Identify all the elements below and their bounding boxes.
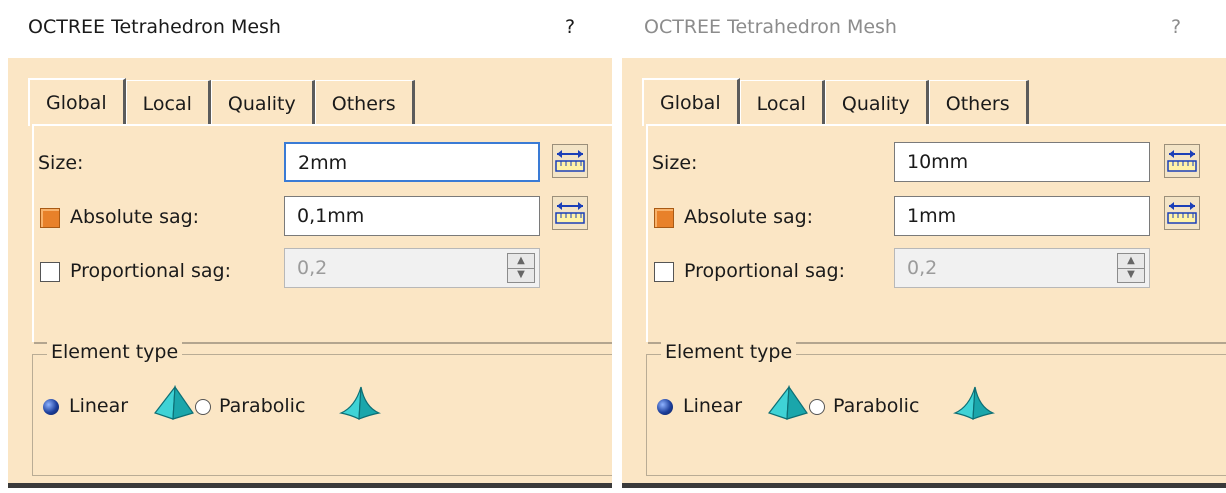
mesh-dialog-left: OCTREE Tetrahedron Mesh ? Global Local Q… bbox=[0, 0, 612, 493]
tab-local[interactable]: Local bbox=[739, 80, 825, 124]
spinner-up-icon[interactable]: ▲ bbox=[508, 254, 534, 269]
title-bar: OCTREE Tetrahedron Mesh ? bbox=[0, 0, 612, 58]
absolute-sag-checkbox[interactable] bbox=[654, 208, 674, 228]
tab-bar: Global Local Quality Others bbox=[642, 78, 1029, 126]
proportional-sag-value: 0,2 bbox=[297, 257, 328, 279]
dialog-title: OCTREE Tetrahedron Mesh bbox=[28, 16, 281, 38]
absolute-sag-ruler-button[interactable] bbox=[1164, 196, 1200, 230]
linear-label: Linear bbox=[69, 395, 129, 417]
help-button[interactable]: ? bbox=[1171, 16, 1181, 38]
mesh-dialog-right: OCTREE Tetrahedron Mesh ? Global Local Q… bbox=[616, 0, 1226, 493]
proportional-sag-input[interactable]: 0,2 ▲ ▼ bbox=[894, 248, 1150, 288]
element-type-label: Element type bbox=[661, 341, 797, 363]
element-type-label: Element type bbox=[47, 341, 183, 363]
absolute-sag-input[interactable]: 0,1mm bbox=[284, 196, 540, 236]
parabolic-radio[interactable] bbox=[809, 399, 825, 415]
spinner-down-icon[interactable]: ▼ bbox=[1118, 268, 1144, 282]
ruler-icon bbox=[555, 150, 585, 172]
spinner-icon[interactable]: ▲ ▼ bbox=[507, 253, 535, 283]
absolute-sag-ruler-button[interactable] bbox=[552, 196, 588, 230]
element-type-group: Element type Linear Parabolic bbox=[646, 341, 1226, 476]
size-input[interactable]: 2mm bbox=[284, 142, 540, 182]
size-ruler-button[interactable] bbox=[1164, 144, 1200, 178]
proportional-sag-value: 0,2 bbox=[907, 257, 938, 279]
ruler-icon bbox=[1167, 150, 1197, 172]
tab-global[interactable]: Global bbox=[28, 78, 126, 126]
absolute-sag-label: Absolute sag: bbox=[684, 206, 814, 228]
dialog-title: OCTREE Tetrahedron Mesh bbox=[644, 16, 897, 38]
linear-label: Linear bbox=[683, 395, 743, 417]
title-bar: OCTREE Tetrahedron Mesh ? bbox=[616, 0, 1226, 58]
global-panel: Size: 10mm Absolute sag: 1mm Proportiona… bbox=[646, 124, 1226, 344]
dialog-body: Global Local Quality Others Size: 10mm A… bbox=[622, 58, 1226, 488]
size-ruler-button[interactable] bbox=[552, 144, 588, 178]
linear-radio[interactable] bbox=[43, 399, 59, 415]
tab-local[interactable]: Local bbox=[125, 80, 211, 124]
linear-tetrahedron-icon bbox=[768, 385, 808, 420]
ruler-icon bbox=[1167, 202, 1197, 224]
proportional-sag-label: Proportional sag: bbox=[70, 260, 231, 282]
size-input[interactable]: 10mm bbox=[894, 142, 1150, 182]
size-label: Size: bbox=[38, 152, 84, 174]
linear-tetrahedron-icon bbox=[154, 385, 194, 420]
proportional-sag-checkbox[interactable] bbox=[40, 262, 60, 282]
spinner-down-icon[interactable]: ▼ bbox=[508, 268, 534, 282]
proportional-sag-input[interactable]: 0,2 ▲ ▼ bbox=[284, 248, 540, 288]
parabolic-radio[interactable] bbox=[195, 399, 211, 415]
parabolic-tetrahedron-icon bbox=[953, 386, 995, 420]
dialog-body: Global Local Quality Others Size: 2mm Ab… bbox=[8, 58, 612, 488]
help-button[interactable]: ? bbox=[565, 16, 575, 38]
spinner-up-icon[interactable]: ▲ bbox=[1118, 254, 1144, 269]
bottom-border bbox=[8, 483, 612, 488]
tab-others[interactable]: Others bbox=[928, 80, 1029, 124]
absolute-sag-input[interactable]: 1mm bbox=[894, 196, 1150, 236]
absolute-sag-label: Absolute sag: bbox=[70, 206, 200, 228]
global-panel: Size: 2mm Absolute sag: 0,1mm Proportion… bbox=[32, 124, 612, 344]
tab-bar: Global Local Quality Others bbox=[28, 78, 415, 126]
spinner-icon[interactable]: ▲ ▼ bbox=[1117, 253, 1145, 283]
element-type-group: Element type Linear Parabolic bbox=[32, 341, 612, 476]
parabolic-label: Parabolic bbox=[219, 395, 306, 417]
linear-radio[interactable] bbox=[657, 399, 673, 415]
tab-quality[interactable]: Quality bbox=[210, 80, 315, 124]
tab-global[interactable]: Global bbox=[642, 78, 740, 126]
bottom-border bbox=[622, 483, 1226, 488]
parabolic-label: Parabolic bbox=[833, 395, 920, 417]
tab-quality[interactable]: Quality bbox=[824, 80, 929, 124]
proportional-sag-label: Proportional sag: bbox=[684, 260, 845, 282]
proportional-sag-checkbox[interactable] bbox=[654, 262, 674, 282]
parabolic-tetrahedron-icon bbox=[339, 386, 381, 420]
absolute-sag-checkbox[interactable] bbox=[40, 208, 60, 228]
tab-others[interactable]: Others bbox=[314, 80, 415, 124]
size-label: Size: bbox=[652, 152, 698, 174]
ruler-icon bbox=[555, 202, 585, 224]
